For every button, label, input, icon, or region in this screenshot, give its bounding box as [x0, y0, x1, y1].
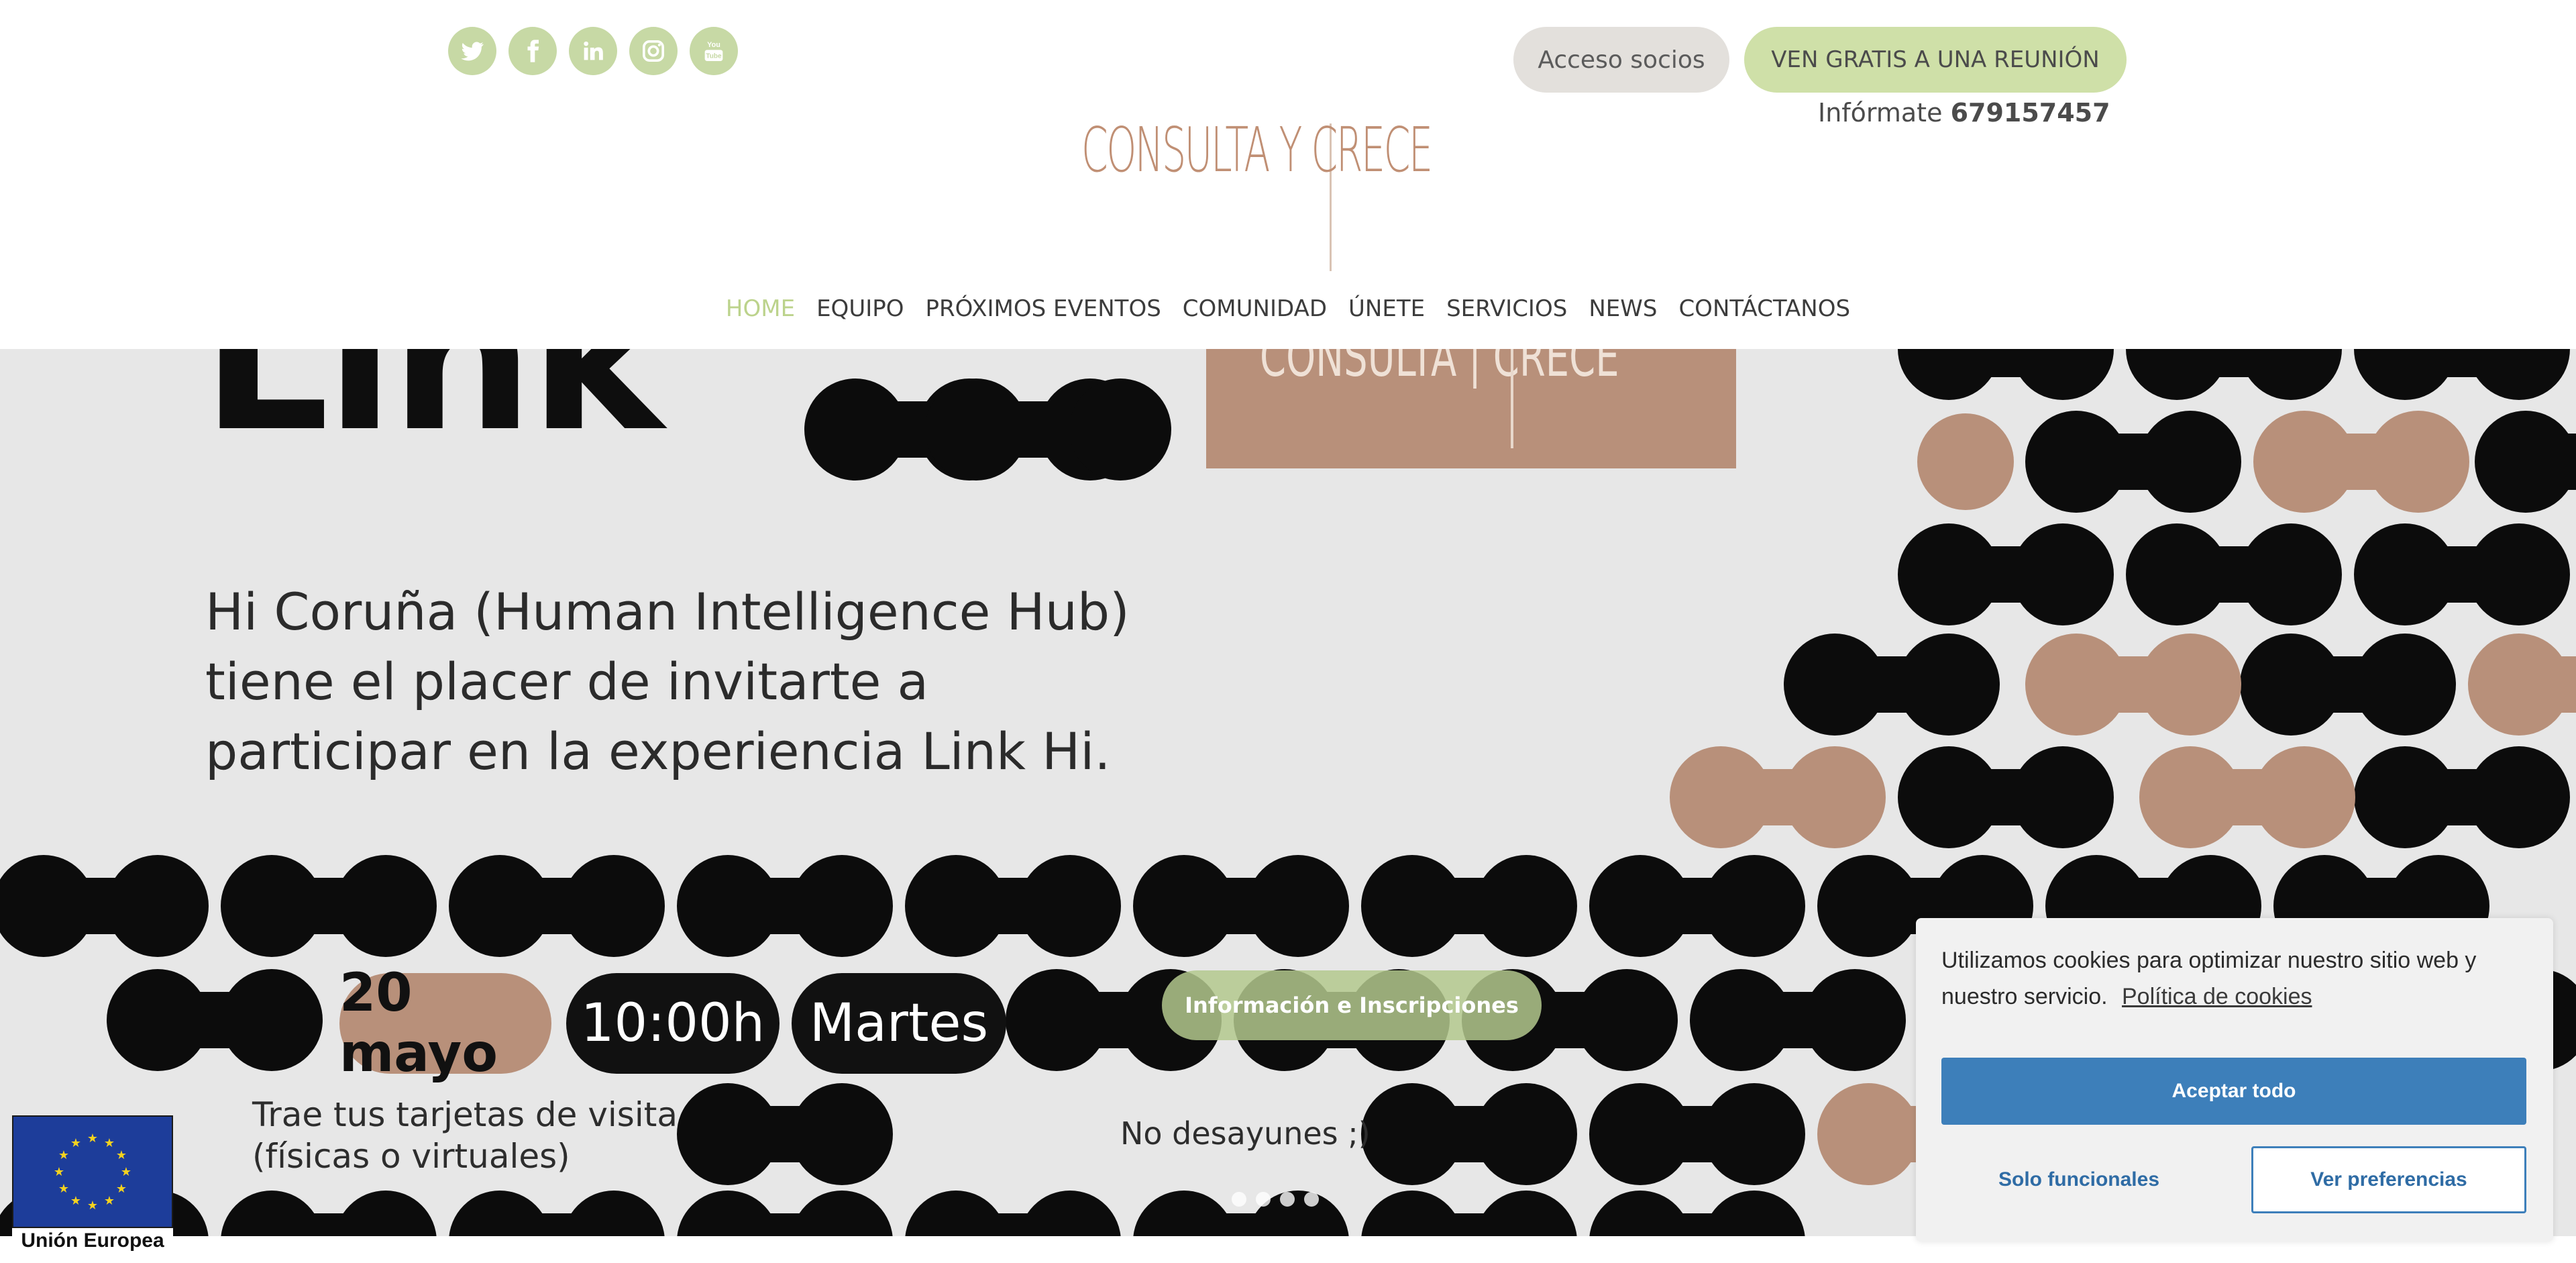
nav-news[interactable]: NEWS	[1589, 295, 1657, 322]
svg-text:★: ★	[54, 1165, 64, 1179]
svg-text:★: ★	[104, 1194, 115, 1208]
nav-equipo[interactable]: EQUIPO	[816, 295, 904, 322]
view-preferences-button[interactable]: Ver preferencias	[2251, 1146, 2526, 1213]
svg-text:You: You	[707, 41, 720, 49]
logo-text: CONSULTA Y CRECE	[1081, 114, 1433, 186]
phone-number[interactable]: 679157457	[1951, 98, 2110, 128]
site-logo[interactable]: CONSULTA Y CRECE	[1081, 114, 1497, 271]
svg-text:Tube: Tube	[706, 53, 722, 60]
contact-info: Infórmate 679157457	[1818, 98, 2110, 128]
svg-text:★: ★	[87, 1131, 98, 1146]
member-login-button[interactable]: Acceso socios	[1513, 27, 1729, 93]
nav-servicios[interactable]: SERVICIOS	[1446, 295, 1567, 322]
svg-text:★: ★	[116, 1182, 127, 1196]
svg-text:★: ★	[58, 1148, 69, 1162]
eu-label: Unión Europea	[21, 1229, 164, 1252]
hero-line: participar en la experiencia Link Hi.	[205, 721, 1111, 781]
hero-tag-divider	[1511, 349, 1513, 448]
nav-unete[interactable]: ÚNETE	[1348, 295, 1425, 322]
svg-text:★: ★	[70, 1194, 81, 1208]
youtube-icon[interactable]: You Tube	[690, 27, 738, 75]
event-day: Martes	[792, 973, 1006, 1074]
nav-home[interactable]: HOME	[726, 295, 795, 322]
hero-link-word: Link	[201, 349, 663, 476]
twitter-icon[interactable]	[448, 27, 496, 75]
hero-line: Hi Coruña (Human Intelligence Hub)	[205, 582, 1130, 642]
business-cards-note: Trae tus tarjetas de visita (físicas o v…	[252, 1094, 678, 1177]
hero-tag-text: CONSULTA | CRECE	[1260, 349, 1619, 389]
eu-flag-icon: ★ ★ ★ ★ ★ ★ ★ ★ ★ ★ ★ ★	[12, 1115, 173, 1228]
functional-only-button[interactable]: Solo funcionales	[1941, 1146, 2216, 1213]
svg-text:★: ★	[87, 1199, 98, 1213]
hero-invitation: Hi Coruña (Human Intelligence Hub) tiene…	[205, 577, 1130, 787]
slider-dots	[1232, 1192, 1319, 1207]
cookie-message: Utilizamos cookies para optimizar nuestr…	[1941, 942, 2532, 1015]
nav-contactanos[interactable]: CONTÁCTANOS	[1678, 295, 1850, 322]
event-date: 20 mayo	[339, 963, 551, 1084]
svg-text:★: ★	[121, 1165, 131, 1179]
svg-text:★: ★	[116, 1148, 127, 1162]
slider-dot[interactable]	[1304, 1192, 1319, 1207]
instagram-icon[interactable]	[629, 27, 678, 75]
cookie-banner: Utilizamos cookies para optimizar nuestr…	[1916, 918, 2553, 1242]
svg-text:★: ★	[104, 1136, 115, 1150]
hero-line: tiene el placer de invitarte a	[205, 652, 929, 711]
cookie-policy-link[interactable]: Política de cookies	[2122, 984, 2312, 1009]
facebook-icon[interactable]	[508, 27, 557, 75]
info-registration-button[interactable]: Información e Inscripciones	[1162, 970, 1542, 1040]
info-label: Infórmate	[1818, 98, 1943, 128]
svg-text:★: ★	[58, 1182, 69, 1196]
slider-dot[interactable]	[1280, 1192, 1295, 1207]
eu-badge: ★ ★ ★ ★ ★ ★ ★ ★ ★ ★ ★ ★ Unión Europea	[12, 1115, 173, 1252]
slider-dot[interactable]	[1256, 1192, 1271, 1207]
note-line: Trae tus tarjetas de visita	[252, 1095, 678, 1134]
svg-text:★: ★	[70, 1136, 81, 1150]
note-line: (físicas o virtuales)	[252, 1137, 570, 1176]
free-meeting-button[interactable]: VEN GRATIS A UNA REUNIÓN	[1744, 27, 2127, 93]
main-nav: HOME EQUIPO PRÓXIMOS EVENTOS COMUNIDAD Ú…	[0, 295, 2576, 322]
social-links: You Tube	[448, 27, 738, 75]
nav-proximos-eventos[interactable]: PRÓXIMOS EVENTOS	[926, 295, 1161, 322]
event-time: 10:00h	[566, 973, 780, 1074]
accept-all-button[interactable]: Aceptar todo	[1941, 1058, 2526, 1125]
nav-comunidad[interactable]: COMUNIDAD	[1183, 295, 1327, 322]
hero-logo-tag: CONSULTA | CRECE	[1206, 349, 1736, 468]
linkedin-icon[interactable]	[569, 27, 617, 75]
slider-dot[interactable]	[1232, 1192, 1246, 1207]
breakfast-note: No desayunes ;)	[1120, 1115, 1371, 1152]
